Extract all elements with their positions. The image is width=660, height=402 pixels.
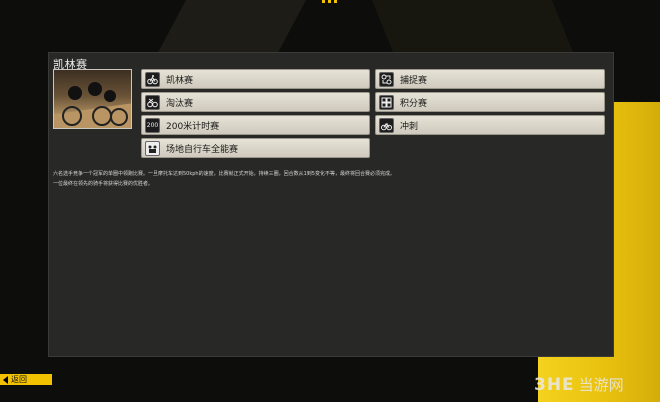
omnium-icon: [145, 140, 160, 156]
sprint-bike-icon: [379, 117, 394, 133]
mode-button-points[interactable]: 积分赛: [375, 92, 605, 112]
mode-label: 捕捉赛: [400, 75, 428, 86]
points-icon: [379, 94, 394, 110]
back-arrow-icon: [3, 375, 8, 384]
indicator-dot: [322, 0, 325, 3]
pursuit-icon: [379, 71, 394, 87]
mode-label: 场地自行车全能赛: [166, 144, 239, 155]
site-watermark: 3HE 当游网: [534, 374, 624, 395]
description-line: 六名选手竞争一个冠军的单圈中领跑比赛。一旦摩托车达到50kph的速度，比赛就正式…: [53, 171, 395, 177]
icon-text: 200: [146, 121, 159, 129]
keirin-icon: [145, 71, 160, 87]
event-panel: 凯林赛 凯林赛 捕捉赛 淘汰赛 积分赛 200 200米计时赛 冲刺 场地自行车…: [48, 52, 614, 357]
mode-button-omnium[interactable]: 场地自行车全能赛: [141, 138, 370, 158]
watermark-site: 当游网: [578, 376, 624, 394]
mode-label: 凯林赛: [166, 75, 194, 86]
rider-figure: [68, 86, 82, 100]
page-indicator: [322, 0, 338, 4]
back-label: 返回: [11, 375, 27, 384]
description-line: 一位最终在领先的骑手将获得比赛的优胜者。: [53, 181, 154, 187]
indicator-dot: [328, 0, 331, 3]
watermark-logo: 3HE: [534, 374, 575, 395]
indicator-dot: [334, 0, 337, 3]
timetrial-200-icon: 200: [145, 117, 160, 133]
rider-figure: [104, 90, 116, 102]
mode-label: 积分赛: [400, 98, 428, 109]
mode-button-200m-time-trial[interactable]: 200 200米计时赛: [141, 115, 370, 135]
mode-button-sprint[interactable]: 冲刺: [375, 115, 605, 135]
rider-figure: [88, 82, 102, 96]
event-description: 六名选手竞争一个冠军的单圈中领跑比赛。一旦摩托车达到50kph的速度，比赛就正式…: [53, 169, 473, 189]
mode-button-elimination[interactable]: 淘汰赛: [141, 92, 370, 112]
back-button[interactable]: 返回: [0, 374, 52, 385]
event-thumbnail: [53, 69, 132, 129]
mode-label: 200米计时赛: [166, 121, 220, 132]
mode-button-pursuit[interactable]: 捕捉赛: [375, 69, 605, 89]
mode-button-keirin[interactable]: 凯林赛: [141, 69, 370, 89]
bike-wheel: [62, 106, 82, 126]
elimination-icon: [145, 94, 160, 110]
bike-wheel: [110, 108, 128, 126]
mode-label: 淘汰赛: [166, 98, 194, 109]
mode-label: 冲刺: [400, 121, 419, 132]
bike-wheel: [92, 106, 112, 126]
